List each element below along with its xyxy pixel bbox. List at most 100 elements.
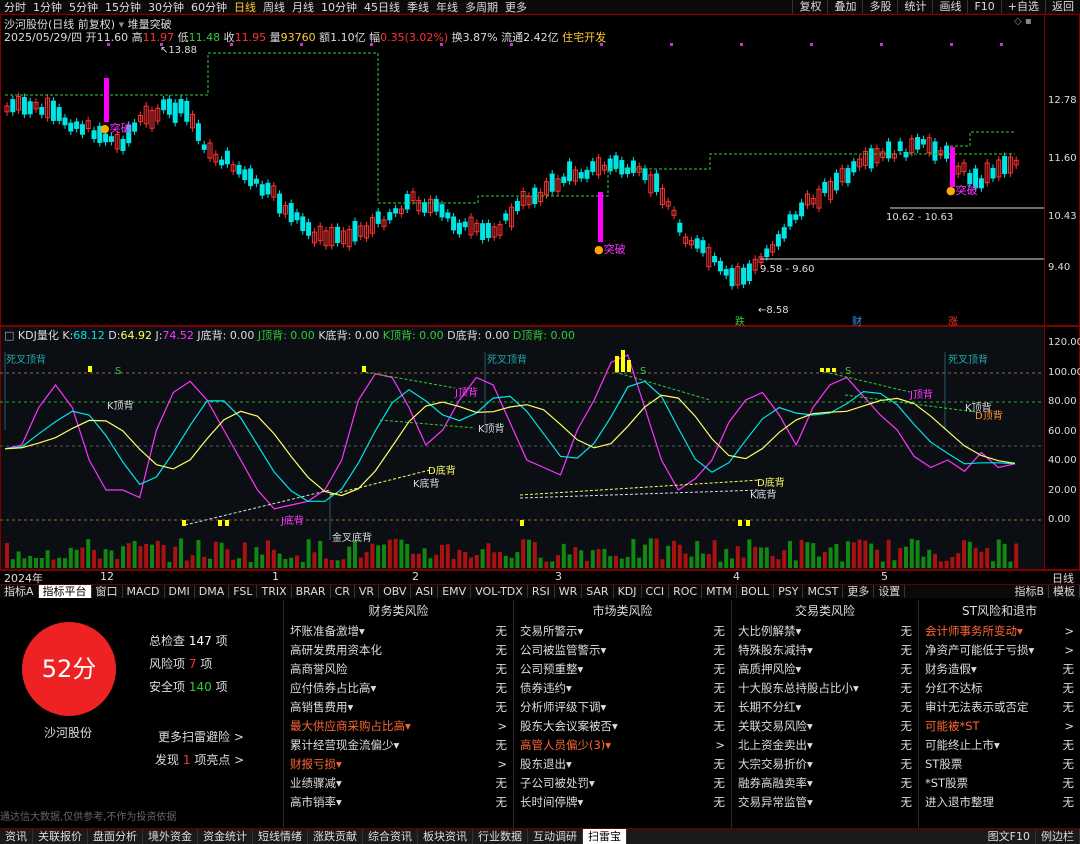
indicator-tab[interactable]: DMA	[195, 585, 230, 598]
toolbar-button[interactable]: F10	[967, 0, 1000, 14]
risk-row[interactable]: 业绩骤减▾ 无	[284, 774, 513, 793]
period-tab[interactable]: 日线	[234, 0, 256, 15]
toolbar-button[interactable]: 多股	[862, 0, 897, 14]
risk-row[interactable]: 融券高融卖率▾ 无	[732, 774, 918, 793]
indicator-tab[interactable]: CCI	[642, 585, 670, 598]
toolbar-button[interactable]: 画线	[932, 0, 967, 14]
period-tab[interactable]: 分时	[4, 0, 26, 15]
indicator-tab[interactable]: ROC	[669, 585, 703, 598]
indicator-tab[interactable]: 指标平台	[38, 585, 92, 598]
more-scan-link[interactable]: 更多扫雷避险 >	[158, 728, 244, 745]
bottom-tab[interactable]: 资讯	[0, 829, 33, 844]
risk-row[interactable]: 审计无法表示或否定 无	[919, 698, 1080, 717]
risk-row[interactable]: 坏账准备激增▾ 无	[284, 622, 513, 641]
toolbar-button[interactable]: 统计	[897, 0, 932, 14]
risk-row[interactable]: 分析师评级下调▾ 无	[514, 698, 731, 717]
bottom-tab[interactable]: 盘面分析	[88, 829, 143, 844]
indicator-tab[interactable]: 指标B	[1010, 585, 1049, 598]
period-tab[interactable]: 30分钟	[148, 0, 184, 15]
risk-row[interactable]: 可能被*ST >	[919, 717, 1080, 736]
bottom-tab[interactable]: 资金统计	[198, 829, 253, 844]
period-tab[interactable]: 15分钟	[105, 0, 141, 15]
risk-row[interactable]: 子公司被处罚▾ 无	[514, 774, 731, 793]
bottom-tab[interactable]: 板块资讯	[418, 829, 473, 844]
kdj-chart[interactable]	[0, 340, 1045, 570]
indicator-tab[interactable]: VR	[355, 585, 380, 598]
risk-row[interactable]: 交易所警示▾ 无	[514, 622, 731, 641]
bottom-tab[interactable]: 涨跌贡献	[308, 829, 363, 844]
risk-row[interactable]: 公司被监管警示▾ 无	[514, 641, 731, 660]
highlight-link[interactable]: 发现 1 项亮点 >	[155, 751, 244, 768]
risk-row[interactable]: 可能终止上市▾ 无	[919, 736, 1080, 755]
risk-row[interactable]: 关联交易风险▾ 无	[732, 717, 918, 736]
period-tab[interactable]: 周线	[263, 0, 285, 15]
period-tab[interactable]: 月线	[292, 0, 314, 15]
indicator-tab[interactable]: MCST	[803, 585, 844, 598]
bottom-tab[interactable]: 例边栏	[1036, 829, 1080, 844]
indicator-tab[interactable]: MACD	[123, 585, 165, 598]
period-tab[interactable]: 多周期	[465, 0, 498, 15]
indicator-tab[interactable]: EMV	[438, 585, 472, 598]
period-tab[interactable]: 季线	[407, 0, 429, 15]
risk-row[interactable]: 长时间停牌▾ 无	[514, 793, 731, 812]
risk-row[interactable]: 十大股东总持股占比小▾ 无	[732, 679, 918, 698]
risk-row[interactable]: 高销售费用▾ 无	[284, 698, 513, 717]
indicator-tab[interactable]: PSY	[774, 585, 804, 598]
risk-row[interactable]: 长期不分红▾ 无	[732, 698, 918, 717]
indicator-tab[interactable]: RSI	[528, 585, 555, 598]
risk-row[interactable]: 高研发费用资本化 无	[284, 641, 513, 660]
risk-row[interactable]: 股东大会议案被否▾ 无	[514, 717, 731, 736]
period-tab[interactable]: 1分钟	[33, 0, 62, 15]
indicator-tab[interactable]: VOL-TDX	[471, 585, 528, 598]
indicator-tab[interactable]: CR	[331, 585, 355, 598]
indicator-tab[interactable]: 窗口	[92, 585, 123, 598]
risk-row[interactable]: 高质押风险▾ 无	[732, 660, 918, 679]
indicator-tab[interactable]: TRIX	[257, 585, 292, 598]
indicator-tab[interactable]: 模板	[1049, 585, 1080, 598]
risk-row[interactable]: 高管人员偏少(3)▾ >	[514, 736, 731, 755]
risk-row[interactable]: 最大供应商采购占比高▾ >	[284, 717, 513, 736]
bottom-tab[interactable]: 境外资金	[143, 829, 198, 844]
risk-row[interactable]: 交易异常监管▾ 无	[732, 793, 918, 812]
risk-row[interactable]: 净资产可能低于亏损▾ >	[919, 641, 1080, 660]
bottom-tab[interactable]: 互动调研	[528, 829, 583, 844]
indicator-tab[interactable]: 设置	[874, 585, 906, 598]
risk-row[interactable]: 北上资金卖出▾ 无	[732, 736, 918, 755]
indicator-tab[interactable]: ASI	[411, 585, 439, 598]
toolbar-button[interactable]: 复权	[792, 0, 827, 14]
risk-row[interactable]: 大比例解禁▾ 无	[732, 622, 918, 641]
period-tab[interactable]: 更多	[505, 0, 527, 15]
risk-row[interactable]: 特殊股东减持▾ 无	[732, 641, 918, 660]
toolbar-button[interactable]: +自选	[1000, 0, 1045, 14]
period-tab[interactable]: 60分钟	[191, 0, 227, 15]
period-tab[interactable]: 45日线	[364, 0, 400, 15]
bottom-tab[interactable]: 关联报价	[33, 829, 88, 844]
risk-row[interactable]: 股东退出▾ 无	[514, 755, 731, 774]
indicator-tab[interactable]: KDJ	[614, 585, 642, 598]
risk-row[interactable]: *ST股票 无	[919, 774, 1080, 793]
period-tab[interactable]: 10分钟	[321, 0, 357, 15]
indicator-tab[interactable]: SAR	[582, 585, 614, 598]
risk-row[interactable]: 财务造假▾ 无	[919, 660, 1080, 679]
period-tab[interactable]: 年线	[436, 0, 458, 15]
risk-row[interactable]: 分红不达标 无	[919, 679, 1080, 698]
risk-row[interactable]: 财报亏损▾ >	[284, 755, 513, 774]
risk-row[interactable]: 会计师事务所变动▾ >	[919, 622, 1080, 641]
indicator-tab[interactable]: 指标A	[0, 585, 39, 598]
indicator-tab[interactable]: WR	[555, 585, 583, 598]
risk-row[interactable]: 进入退市整理 无	[919, 793, 1080, 812]
period-tab[interactable]: 5分钟	[69, 0, 98, 15]
risk-row[interactable]: 应付债券占比高▾ 无	[284, 679, 513, 698]
candlestick-chart[interactable]	[0, 14, 1080, 326]
bottom-tab[interactable]: 图文F10	[983, 829, 1036, 844]
bottom-tab[interactable]: 综合资讯	[363, 829, 418, 844]
indicator-tab[interactable]: DMI	[165, 585, 195, 598]
risk-row[interactable]: 累计经营现金流偏少▾ 无	[284, 736, 513, 755]
toolbar-button[interactable]: 叠加	[827, 0, 862, 14]
indicator-tab[interactable]: 更多	[843, 585, 875, 598]
risk-row[interactable]: 高商誉风险 无	[284, 660, 513, 679]
bottom-tab[interactable]: 行业数据	[473, 829, 528, 844]
indicator-tab[interactable]: BRAR	[292, 585, 331, 598]
bottom-tab[interactable]: 短线情绪	[253, 829, 308, 844]
indicator-tab[interactable]: BOLL	[737, 585, 775, 598]
